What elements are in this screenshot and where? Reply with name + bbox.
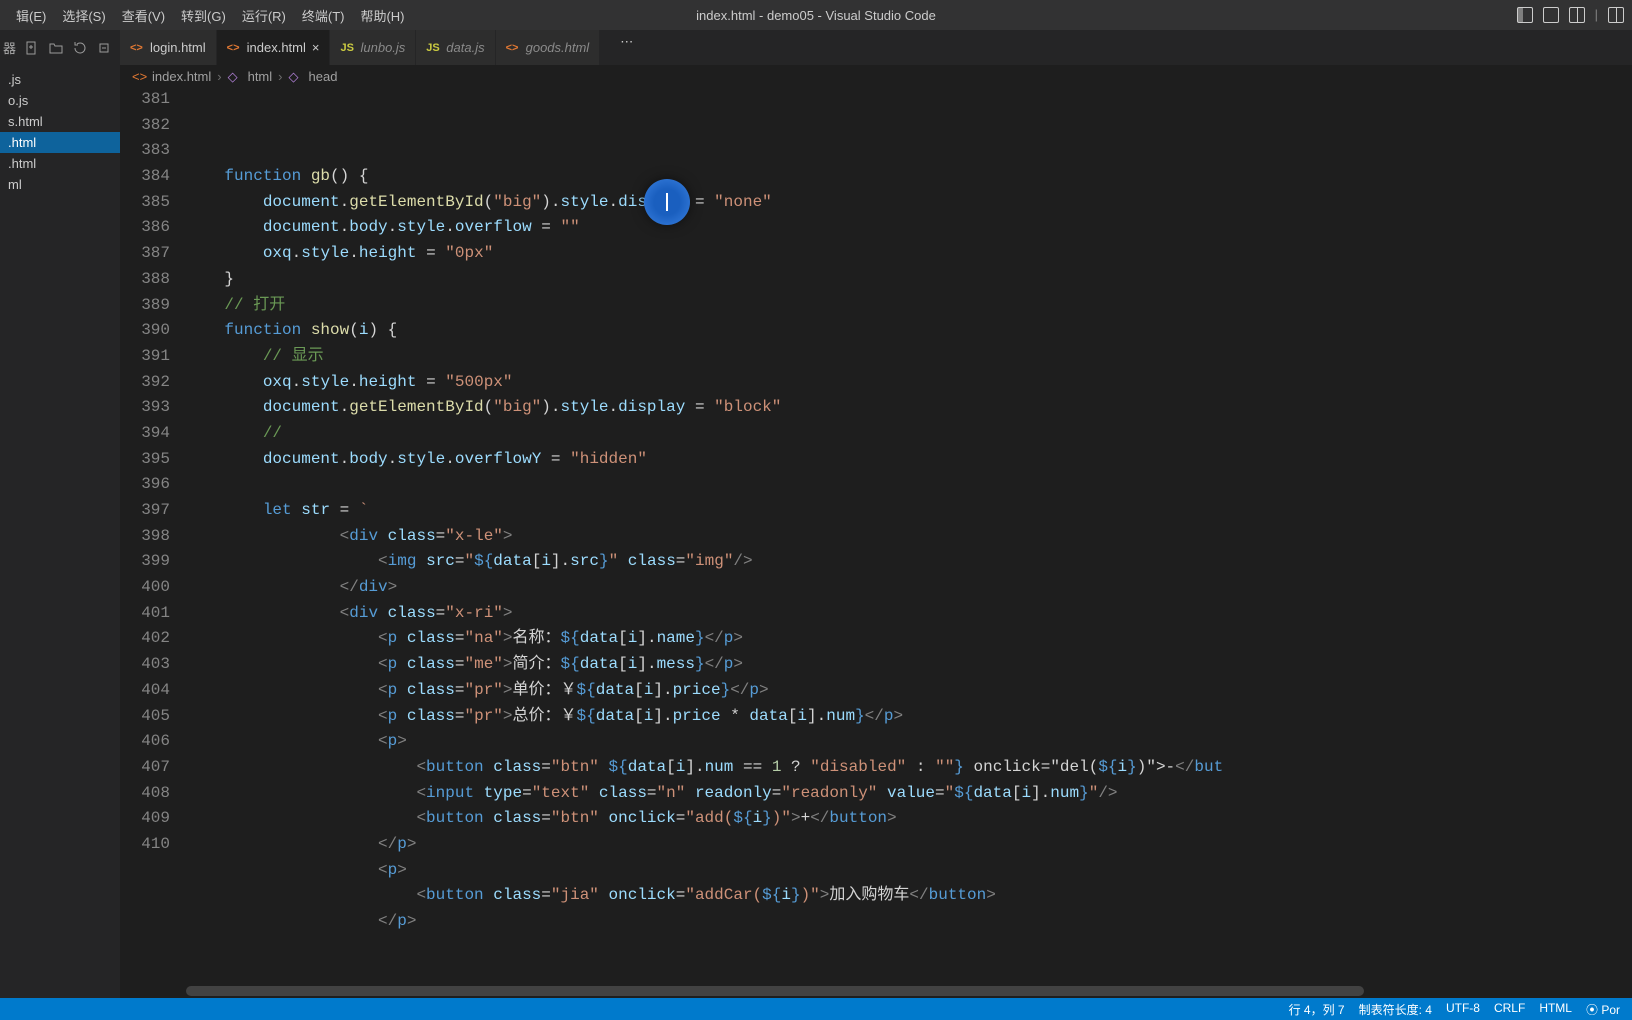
new-file-icon[interactable] [24, 40, 40, 56]
menu-view[interactable]: 查看(V) [114, 2, 173, 29]
breadcrumb-file[interactable]: index.html [152, 69, 211, 84]
status-port[interactable]: ⦿ Por [1586, 1001, 1620, 1018]
window-title: index.html - demo05 - Visual Studio Code [696, 8, 936, 23]
scrollbar-horizontal[interactable] [186, 986, 1572, 998]
tab-index-html[interactable]: <> index.html × [217, 30, 331, 65]
toggle-secondary-side-bar-icon[interactable] [1569, 7, 1585, 23]
breadcrumb-icon-html: ◇ [228, 69, 242, 83]
tab-label: goods.html [526, 40, 590, 55]
status-encoding[interactable]: UTF-8 [1446, 1001, 1480, 1018]
menu: 辑(E) 选择(S) 查看(V) 转到(G) 运行(R) 终端(T) 帮助(H) [8, 2, 413, 29]
explorer: 器 .jso.jss.html.html.htmlml [0, 30, 120, 998]
explorer-label: 器 [3, 38, 16, 57]
status-tab-size[interactable]: 制表符长度: 4 [1359, 1001, 1432, 1018]
editor: <> login.html <> index.html × JS lunbo.js JS dat… [120, 30, 1632, 998]
menu-terminal[interactable]: 终端(T) [294, 2, 353, 29]
tab-login-html[interactable]: <> login.html [120, 30, 217, 65]
menu-select[interactable]: 选择(S) [54, 2, 113, 29]
explorer-header: 器 [0, 30, 120, 65]
tab-label: data.js [446, 40, 484, 55]
file-item[interactable]: .html [0, 132, 120, 153]
breadcrumb-head[interactable]: head [309, 69, 338, 84]
toggle-panel-icon[interactable] [1543, 7, 1559, 23]
menu-goto[interactable]: 转到(G) [173, 2, 234, 29]
status-eol[interactable]: CRLF [1494, 1001, 1525, 1018]
statusbar: 行 4，列 7 制表符长度: 4 UTF-8 CRLF HTML ⦿ Por [0, 998, 1632, 1020]
tab-label: login.html [150, 40, 206, 55]
breadcrumb-html[interactable]: html [248, 69, 273, 84]
chevron-right-icon: › [278, 69, 282, 84]
tab-goods-html[interactable]: <> goods.html [496, 30, 601, 65]
scrollbar-thumb[interactable] [186, 986, 1364, 996]
js-icon: JS [340, 41, 354, 55]
file-item[interactable]: s.html [0, 111, 120, 132]
file-item[interactable]: .js [0, 69, 120, 90]
new-folder-icon[interactable] [48, 40, 64, 56]
file-item[interactable]: .html [0, 153, 120, 174]
file-list: .jso.jss.html.html.htmlml [0, 65, 120, 195]
refresh-icon[interactable] [72, 40, 88, 56]
toggle-primary-side-bar-icon[interactable] [1517, 7, 1533, 23]
tab-label: index.html [247, 40, 306, 55]
collapse-all-icon[interactable] [96, 40, 112, 56]
file-item[interactable]: o.js [0, 90, 120, 111]
html-icon: <> [506, 41, 520, 55]
menu-edit[interactable]: 辑(E) [8, 2, 54, 29]
file-item[interactable]: ml [0, 174, 120, 195]
breadcrumb-icon-file: <> [132, 69, 146, 83]
tab-overflow-button[interactable]: ⋯ [612, 30, 641, 65]
customize-layout-icon[interactable] [1608, 7, 1624, 23]
titlebar: 辑(E) 选择(S) 查看(V) 转到(G) 运行(R) 终端(T) 帮助(H)… [0, 0, 1632, 30]
minimap[interactable] [1572, 87, 1632, 998]
tabs: <> login.html <> index.html × JS lunbo.js JS dat… [120, 30, 1632, 65]
tab-label: lunbo.js [360, 40, 405, 55]
main: 器 .jso.jss.html.html.htmlml <>login.html… [0, 30, 1632, 998]
tab-data-js[interactable]: JS data.js [416, 30, 495, 65]
layout-controls: | [1517, 7, 1624, 23]
html-icon: <> [227, 41, 241, 55]
breadcrumb-icon-head: ◇ [289, 69, 303, 83]
chevron-right-icon: › [217, 69, 221, 84]
menu-run[interactable]: 运行(R) [234, 2, 294, 29]
status-lang[interactable]: HTML [1539, 1001, 1572, 1018]
status-ln-col[interactable]: 行 4，列 7 [1289, 1001, 1345, 1018]
tab-lunbo-js[interactable]: JS lunbo.js [330, 30, 416, 65]
menu-help[interactable]: 帮助(H) [352, 2, 412, 29]
layout-sep: | [1595, 7, 1598, 23]
code-area[interactable]: 3813823833843853863873883893903913923933… [120, 87, 1632, 998]
close-icon[interactable]: × [312, 40, 320, 55]
code-content[interactable]: function gb() { document.getElementById(… [186, 87, 1572, 998]
js-icon: JS [426, 41, 440, 55]
html-icon: <> [130, 41, 144, 55]
breadcrumb[interactable]: <> index.html › ◇ html › ◇ head [120, 65, 1632, 87]
line-gutter: 3813823833843853863873883893903913923933… [120, 87, 186, 998]
